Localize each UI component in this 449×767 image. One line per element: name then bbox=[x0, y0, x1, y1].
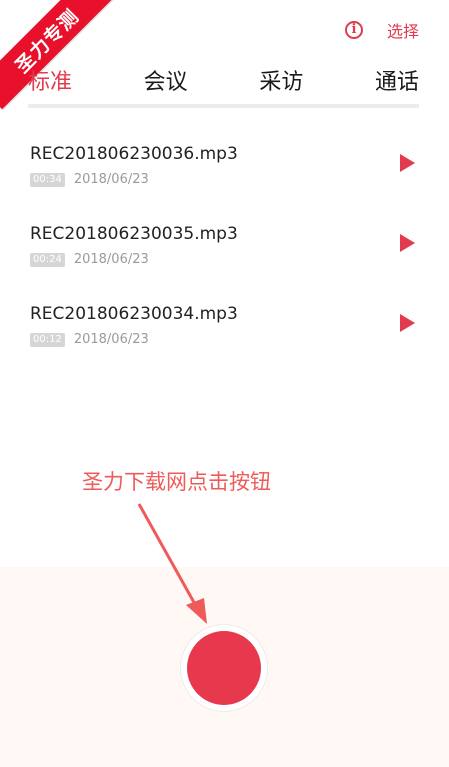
recording-list: REC201806230036.mp3 00:34 2018/06/23 REC… bbox=[0, 140, 449, 380]
select-button[interactable]: 选择 bbox=[387, 18, 419, 42]
annotation-text: 圣力下载网点击按钮 bbox=[82, 470, 271, 494]
recording-meta: 00:12 2018/06/23 bbox=[30, 332, 149, 347]
recording-date: 2018/06/23 bbox=[73, 252, 149, 267]
list-item[interactable]: REC201806230035.mp3 00:24 2018/06/23 bbox=[0, 220, 449, 300]
duration-badge: 00:24 bbox=[30, 252, 65, 267]
recording-date: 2018/06/23 bbox=[73, 332, 149, 347]
tab-meeting[interactable]: 会议 bbox=[144, 64, 188, 104]
recording-date: 2018/06/23 bbox=[73, 172, 149, 187]
recording-name: REC201806230036.mp3 bbox=[30, 144, 238, 164]
info-icon[interactable]: i bbox=[344, 21, 363, 39]
top-bar: i 选择 bbox=[344, 18, 419, 42]
list-item[interactable]: REC201806230034.mp3 00:12 2018/06/23 bbox=[0, 300, 449, 380]
record-button[interactable] bbox=[187, 631, 261, 705]
tab-call[interactable]: 通话 bbox=[375, 64, 419, 104]
recording-name: REC201806230034.mp3 bbox=[30, 304, 238, 324]
duration-badge: 00:34 bbox=[30, 172, 65, 187]
play-icon[interactable] bbox=[400, 154, 415, 172]
list-item[interactable]: REC201806230036.mp3 00:34 2018/06/23 bbox=[0, 140, 449, 220]
recording-meta: 00:24 2018/06/23 bbox=[30, 252, 149, 267]
play-icon[interactable] bbox=[400, 234, 415, 252]
tab-standard[interactable]: 标准 bbox=[28, 64, 72, 104]
recording-name: REC201806230035.mp3 bbox=[30, 224, 238, 244]
tab-interview[interactable]: 采访 bbox=[259, 64, 303, 104]
recording-meta: 00:34 2018/06/23 bbox=[30, 172, 149, 187]
duration-badge: 00:12 bbox=[30, 332, 65, 347]
play-icon[interactable] bbox=[400, 314, 415, 332]
tab-bar: 标准 会议 采访 通话 bbox=[28, 64, 419, 108]
